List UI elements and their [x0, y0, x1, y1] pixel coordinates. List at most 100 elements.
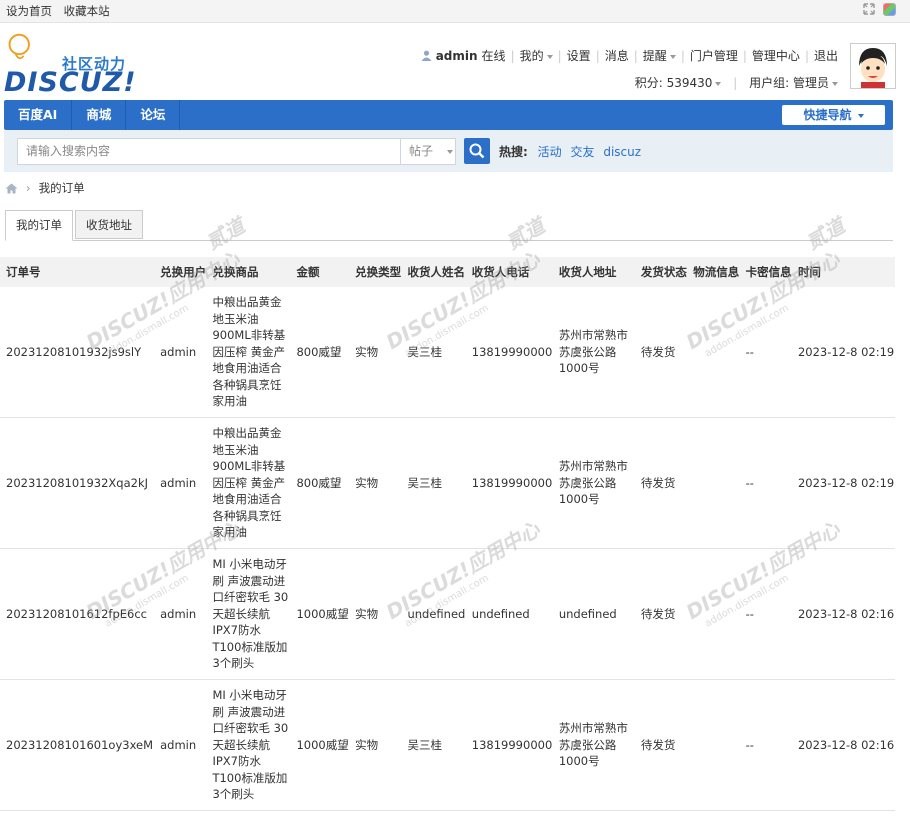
order-type: 实物 [349, 679, 402, 811]
recipient-name: undefined [401, 548, 466, 680]
menu-logout[interactable]: 退出 [814, 47, 838, 64]
ship-status: 待发货 [634, 287, 688, 418]
site-header: 社区动力 DISCUZ! admin 在线 | 我的 | 设置 | 消息 | 提… [0, 23, 910, 99]
logo-wordmark: DISCUZ! [4, 67, 137, 98]
online-status: 在线 [481, 49, 506, 63]
set-home-link[interactable]: 设为首页 [6, 4, 52, 18]
order-amount: 800威望 [290, 417, 350, 549]
user-icon [421, 50, 432, 61]
menu-portal-admin[interactable]: 门户管理 [690, 47, 738, 64]
order-user: admin [154, 679, 207, 811]
order-no: 20231208101612fpE6cc [0, 548, 155, 680]
logistics-info [687, 287, 740, 418]
chevron-down-icon [832, 81, 838, 86]
recipient-name: 吴三桂 [401, 417, 466, 549]
table-row: 20231208101932js9slY admin 中粮出品黄金地玉米油900… [0, 287, 895, 418]
col-logistics: 物流信息 [687, 257, 740, 287]
order-time: 2023-12-8 02:19 [791, 417, 895, 549]
site-logo[interactable]: 社区动力 DISCUZ! [4, 31, 137, 99]
username-link[interactable]: admin [436, 49, 478, 63]
expand-icon[interactable] [863, 3, 875, 15]
table-row: 20231208101612fpE6cc admin MI 小米电动牙刷 声波震… [0, 548, 895, 680]
col-time: 时间 [791, 257, 895, 287]
order-time: 2023-12-8 02:16 [791, 548, 895, 680]
card-info: -- [739, 679, 792, 811]
order-type: 实物 [349, 548, 402, 680]
home-icon[interactable] [5, 183, 18, 194]
ship-status: 待发货 [634, 679, 688, 811]
order-time: 2023-12-8 02:19 [791, 287, 895, 418]
col-recipient-phone: 收货人电话 [465, 257, 553, 287]
nav-item-mall[interactable]: 商城 [72, 100, 127, 130]
search-button[interactable] [464, 138, 490, 164]
order-product: 中粮出品黄金地玉米油900ML非转基因压榨 黄金产地食用油适合各种锅具烹饪家用油 [206, 287, 291, 418]
table-row: 20231208101601oy3xeM admin MI 小米电动牙刷 声波震… [0, 679, 895, 811]
recipient-address: 苏州市常熟市苏虞张公路1000号 [552, 287, 635, 418]
search-type-select[interactable]: 帖子 [401, 138, 456, 165]
breadcrumb: › 我的订单 [5, 180, 85, 196]
menu-my[interactable]: 我的 [520, 47, 553, 64]
search-icon [469, 143, 485, 159]
color-scheme-icon[interactable] [883, 3, 896, 16]
hot-keyword[interactable]: discuz [603, 145, 641, 159]
usergroup-menu[interactable]: 用户组: 管理员 [749, 76, 838, 90]
order-no: 20231208101932js9slY [0, 287, 155, 418]
col-card-info: 卡密信息 [739, 257, 792, 287]
tab-my-orders[interactable]: 我的订单 [5, 210, 73, 241]
nav-item-baidu-ai[interactable]: 百度AI [4, 100, 73, 130]
hot-keyword[interactable]: 交友 [570, 145, 594, 159]
card-info: -- [739, 417, 792, 549]
divider: | [557, 48, 562, 63]
orders-table: 订单号 兑换用户 兑换商品 金额 兑换类型 收货人姓名 收货人电话 收货人地址 … [0, 257, 895, 811]
order-user: admin [154, 548, 207, 680]
card-info: -- [739, 287, 792, 418]
menu-settings[interactable]: 设置 [567, 47, 591, 64]
order-amount: 1000威望 [290, 548, 350, 680]
col-product: 兑换商品 [206, 257, 291, 287]
col-type: 兑换类型 [349, 257, 402, 287]
recipient-name: 吴三桂 [401, 287, 466, 418]
logistics-info [687, 679, 740, 811]
hot-keyword[interactable]: 活动 [538, 145, 562, 159]
chevron-down-icon [546, 54, 553, 59]
divider: | [742, 48, 747, 63]
quick-nav-label: 快捷导航 [803, 108, 852, 122]
tab-bar: 我的订单 收货地址 [5, 210, 893, 241]
order-product: 中粮出品黄金地玉米油900ML非转基因压榨 黄金产地食用油适合各种锅具烹饪家用油 [206, 417, 291, 549]
search-input[interactable]: 请输入搜索内容 [17, 138, 401, 165]
recipient-phone: 13819990000 [465, 679, 553, 811]
recipient-address: 苏州市常熟市苏虞张公路1000号 [552, 679, 635, 811]
search-bar: 请输入搜索内容 帖子 热搜: 活动 交友 discuz [4, 130, 893, 172]
breadcrumb-separator: › [26, 181, 31, 195]
divider: | [595, 48, 600, 63]
ship-status: 待发货 [634, 548, 688, 680]
hot-search: 热搜: 活动 交友 discuz [499, 143, 646, 160]
avatar[interactable] [850, 43, 896, 89]
top-utility-bar: 设为首页 收藏本站 [0, 0, 910, 23]
menu-reminders[interactable]: 提醒 [643, 47, 676, 64]
points-menu[interactable]: 积分: 539430 [635, 76, 722, 90]
col-amount: 金额 [290, 257, 350, 287]
order-no: 20231208101932Xqa2kJ [0, 417, 155, 549]
menu-admin-center[interactable]: 管理中心 [752, 47, 800, 64]
table-header-row: 订单号 兑换用户 兑换商品 金额 兑换类型 收货人姓名 收货人电话 收货人地址 … [0, 257, 895, 287]
avatar-face-icon [851, 44, 895, 88]
user-bar: admin 在线 | 我的 | 设置 | 消息 | 提醒 | 门户管理 | 管理… [421, 47, 838, 91]
nav-item-forum[interactable]: 论坛 [126, 100, 181, 130]
order-type: 实物 [349, 417, 402, 549]
top-tools [863, 3, 896, 16]
chevron-down-icon [447, 149, 454, 154]
order-no: 20231208101601oy3xeM [0, 679, 155, 811]
quick-nav-button[interactable]: 快捷导航 [782, 105, 885, 125]
chevron-down-icon [715, 81, 722, 86]
menu-messages[interactable]: 消息 [605, 47, 629, 64]
breadcrumb-current: 我的订单 [38, 181, 85, 195]
hot-search-label: 热搜: [499, 145, 528, 159]
tab-addresses[interactable]: 收货地址 [75, 210, 143, 239]
col-recipient-address: 收货人地址 [552, 257, 635, 287]
bookmark-link[interactable]: 收藏本站 [64, 4, 110, 18]
chevron-down-icon [857, 113, 864, 118]
divider: | [633, 48, 638, 63]
order-product: MI 小米电动牙刷 声波震动进口纤密软毛 30天超长续航 IPX7防水 T100… [206, 548, 291, 680]
order-user: admin [154, 417, 207, 549]
